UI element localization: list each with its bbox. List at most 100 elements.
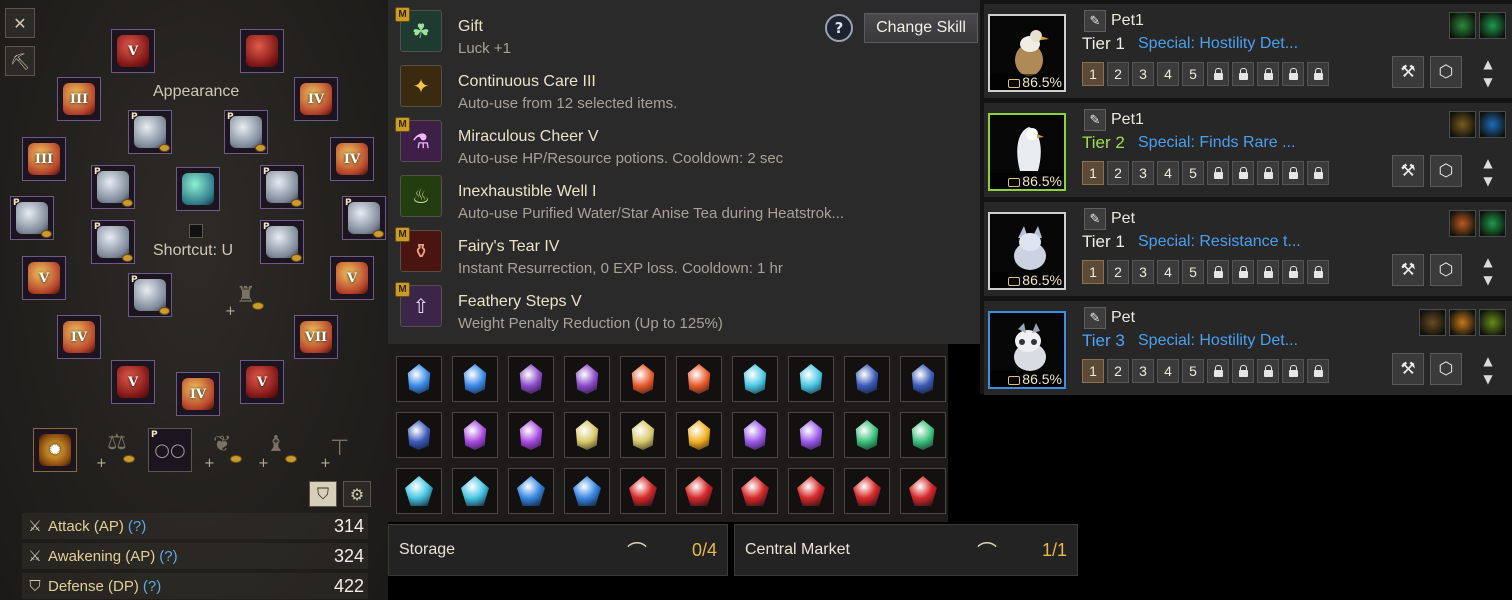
- pet-card[interactable]: 86.5% ✎ Pet1 Tier 1 Special: Hostility Det..…: [984, 4, 1512, 98]
- skill-slot-4[interactable]: 4: [1157, 359, 1179, 383]
- crystal-item-slot[interactable]: [900, 412, 946, 458]
- unseal-toggle-icon[interactable]: ⚒: [1392, 254, 1424, 286]
- left-belt-slot[interactable]: P: [10, 196, 54, 240]
- stat-help-link[interactable]: (?): [159, 548, 177, 565]
- crystal-item-slot[interactable]: [732, 356, 778, 402]
- pet-action-icon[interactable]: ⬡: [1430, 56, 1462, 88]
- crystal-item-slot[interactable]: [620, 356, 666, 402]
- move-down-icon[interactable]: ▼: [1478, 272, 1498, 288]
- move-up-icon[interactable]: ▲: [1478, 353, 1498, 369]
- skill-row[interactable]: ♨ Inexhaustible Well I Auto-use Purified W…: [398, 169, 968, 222]
- costume-armor-slot[interactable]: P: [224, 110, 268, 154]
- crystal-item-slot[interactable]: [900, 356, 946, 402]
- boots-slot[interactable]: VII: [294, 315, 338, 359]
- skill-slot-4[interactable]: 4: [1157, 62, 1179, 86]
- unseal-toggle-icon[interactable]: ⚒: [1392, 155, 1424, 187]
- move-down-icon[interactable]: ▼: [1478, 173, 1498, 189]
- gloves-slot[interactable]: IV: [57, 315, 101, 359]
- crystal-item-slot[interactable]: [452, 468, 498, 514]
- artifact-slot[interactable]: ✺: [33, 428, 77, 472]
- right-earring-slot[interactable]: IV: [330, 137, 374, 181]
- left-necklace-slot[interactable]: V: [22, 256, 66, 300]
- crystal-item-slot[interactable]: [396, 356, 442, 402]
- crystal-item-slot[interactable]: [676, 468, 722, 514]
- pet-skill-icon[interactable]: [1479, 210, 1506, 237]
- pickaxe-icon[interactable]: ⛏: [5, 46, 35, 76]
- crystal-item-slot[interactable]: [396, 468, 442, 514]
- rename-pencil-icon[interactable]: ✎: [1084, 109, 1106, 131]
- alchemy-stone-slot[interactable]: [176, 167, 220, 211]
- skill-slot-3[interactable]: 3: [1132, 359, 1154, 383]
- armor-slot[interactable]: [240, 29, 284, 73]
- combat-mode-icon[interactable]: ✕: [5, 8, 35, 38]
- sub-weapon-slot[interactable]: IV: [176, 372, 220, 416]
- gear-icon[interactable]: ⚙: [343, 481, 371, 507]
- skill-slot-1[interactable]: 1: [1082, 161, 1104, 185]
- rename-pencil-icon[interactable]: ✎: [1084, 10, 1106, 32]
- skill-row[interactable]: M ⇧ Feathery Steps V Weight Penalty Reducti…: [395, 279, 968, 332]
- shield-toggle-icon[interactable]: ⛉: [309, 481, 337, 507]
- crystal-item-slot[interactable]: [564, 468, 610, 514]
- crystal-item-slot[interactable]: [788, 412, 834, 458]
- stat-help-link[interactable]: (?): [128, 518, 146, 535]
- skill-slot-2[interactable]: 2: [1107, 359, 1129, 383]
- right-belt-slot[interactable]: P: [342, 196, 386, 240]
- help-button[interactable]: ?: [825, 14, 853, 42]
- crystal-item-slot[interactable]: [900, 468, 946, 514]
- storage-bar[interactable]: Storage ⌒ 0/4: [388, 524, 728, 576]
- skill-slot-5[interactable]: 5: [1182, 359, 1204, 383]
- crystal-item-slot[interactable]: [676, 412, 722, 458]
- crystal-item-slot[interactable]: [396, 412, 442, 458]
- pet-portrait[interactable]: 86.5%: [988, 212, 1066, 290]
- skill-slot-2[interactable]: 2: [1107, 161, 1129, 185]
- left-earring-slot[interactable]: III: [22, 137, 66, 181]
- costume-helmet-slot[interactable]: P: [128, 110, 172, 154]
- crystal-item-slot[interactable]: [788, 356, 834, 402]
- skill-slot-5[interactable]: 5: [1182, 260, 1204, 284]
- rename-pencil-icon[interactable]: ✎: [1084, 208, 1106, 230]
- skill-slot-5[interactable]: 5: [1182, 161, 1204, 185]
- crystal-item-slot[interactable]: [788, 468, 834, 514]
- costume-sub-weapon-slot[interactable]: P: [128, 273, 172, 317]
- pet-skill-icon[interactable]: [1449, 12, 1476, 39]
- crystal-item-slot[interactable]: [620, 412, 666, 458]
- helmet-slot[interactable]: V: [111, 29, 155, 73]
- skill-slot-2[interactable]: 2: [1107, 62, 1129, 86]
- move-up-icon[interactable]: ▲: [1478, 254, 1498, 270]
- shortcut-checkbox[interactable]: [189, 224, 203, 238]
- skill-slot-1[interactable]: 1: [1082, 260, 1104, 284]
- skill-slot-1[interactable]: 1: [1082, 359, 1104, 383]
- crystal-item-slot[interactable]: [452, 356, 498, 402]
- move-down-icon[interactable]: ▼: [1478, 74, 1498, 90]
- crystal-item-slot[interactable]: [844, 468, 890, 514]
- pet-portrait[interactable]: 86.5%: [988, 311, 1066, 389]
- pet-skill-icon[interactable]: [1419, 309, 1446, 336]
- left-ring-slot[interactable]: III: [57, 77, 101, 121]
- move-up-icon[interactable]: ▲: [1478, 56, 1498, 72]
- pet-skill-icon[interactable]: [1479, 12, 1506, 39]
- skill-slot-3[interactable]: 3: [1132, 260, 1154, 284]
- skill-slot-4[interactable]: 4: [1157, 161, 1179, 185]
- costume-weapon-slot[interactable]: P: [260, 165, 304, 209]
- change-skill-button[interactable]: Change Skill: [864, 13, 978, 43]
- move-up-icon[interactable]: ▲: [1478, 155, 1498, 171]
- crystal-item-slot[interactable]: [620, 468, 666, 514]
- crystal-item-slot[interactable]: [452, 412, 498, 458]
- pet-action-icon[interactable]: ⬡: [1430, 353, 1462, 385]
- pet-special-skill[interactable]: Special: Resistance t...: [1138, 233, 1301, 251]
- crystal-item-slot[interactable]: [844, 412, 890, 458]
- stat-help-link[interactable]: (?): [143, 578, 161, 595]
- skill-row[interactable]: ✦ Continuous Care III Auto-use from 12 sel…: [398, 59, 968, 112]
- pet-skill-icon[interactable]: [1479, 309, 1506, 336]
- rename-pencil-icon[interactable]: ✎: [1084, 307, 1106, 329]
- pet-skill-icon[interactable]: [1449, 210, 1476, 237]
- unseal-toggle-icon[interactable]: ⚒: [1392, 353, 1424, 385]
- right-necklace-slot[interactable]: V: [330, 256, 374, 300]
- crystal-item-slot[interactable]: [508, 412, 554, 458]
- crystal-item-slot[interactable]: [732, 412, 778, 458]
- skill-slot-5[interactable]: 5: [1182, 62, 1204, 86]
- crystal-item-slot[interactable]: [564, 412, 610, 458]
- skill-slot-4[interactable]: 4: [1157, 260, 1179, 284]
- pet-card[interactable]: 86.5% ✎ Pet Tier 3 Special: Hostility Det...…: [984, 301, 1512, 395]
- crystal-item-slot[interactable]: [732, 468, 778, 514]
